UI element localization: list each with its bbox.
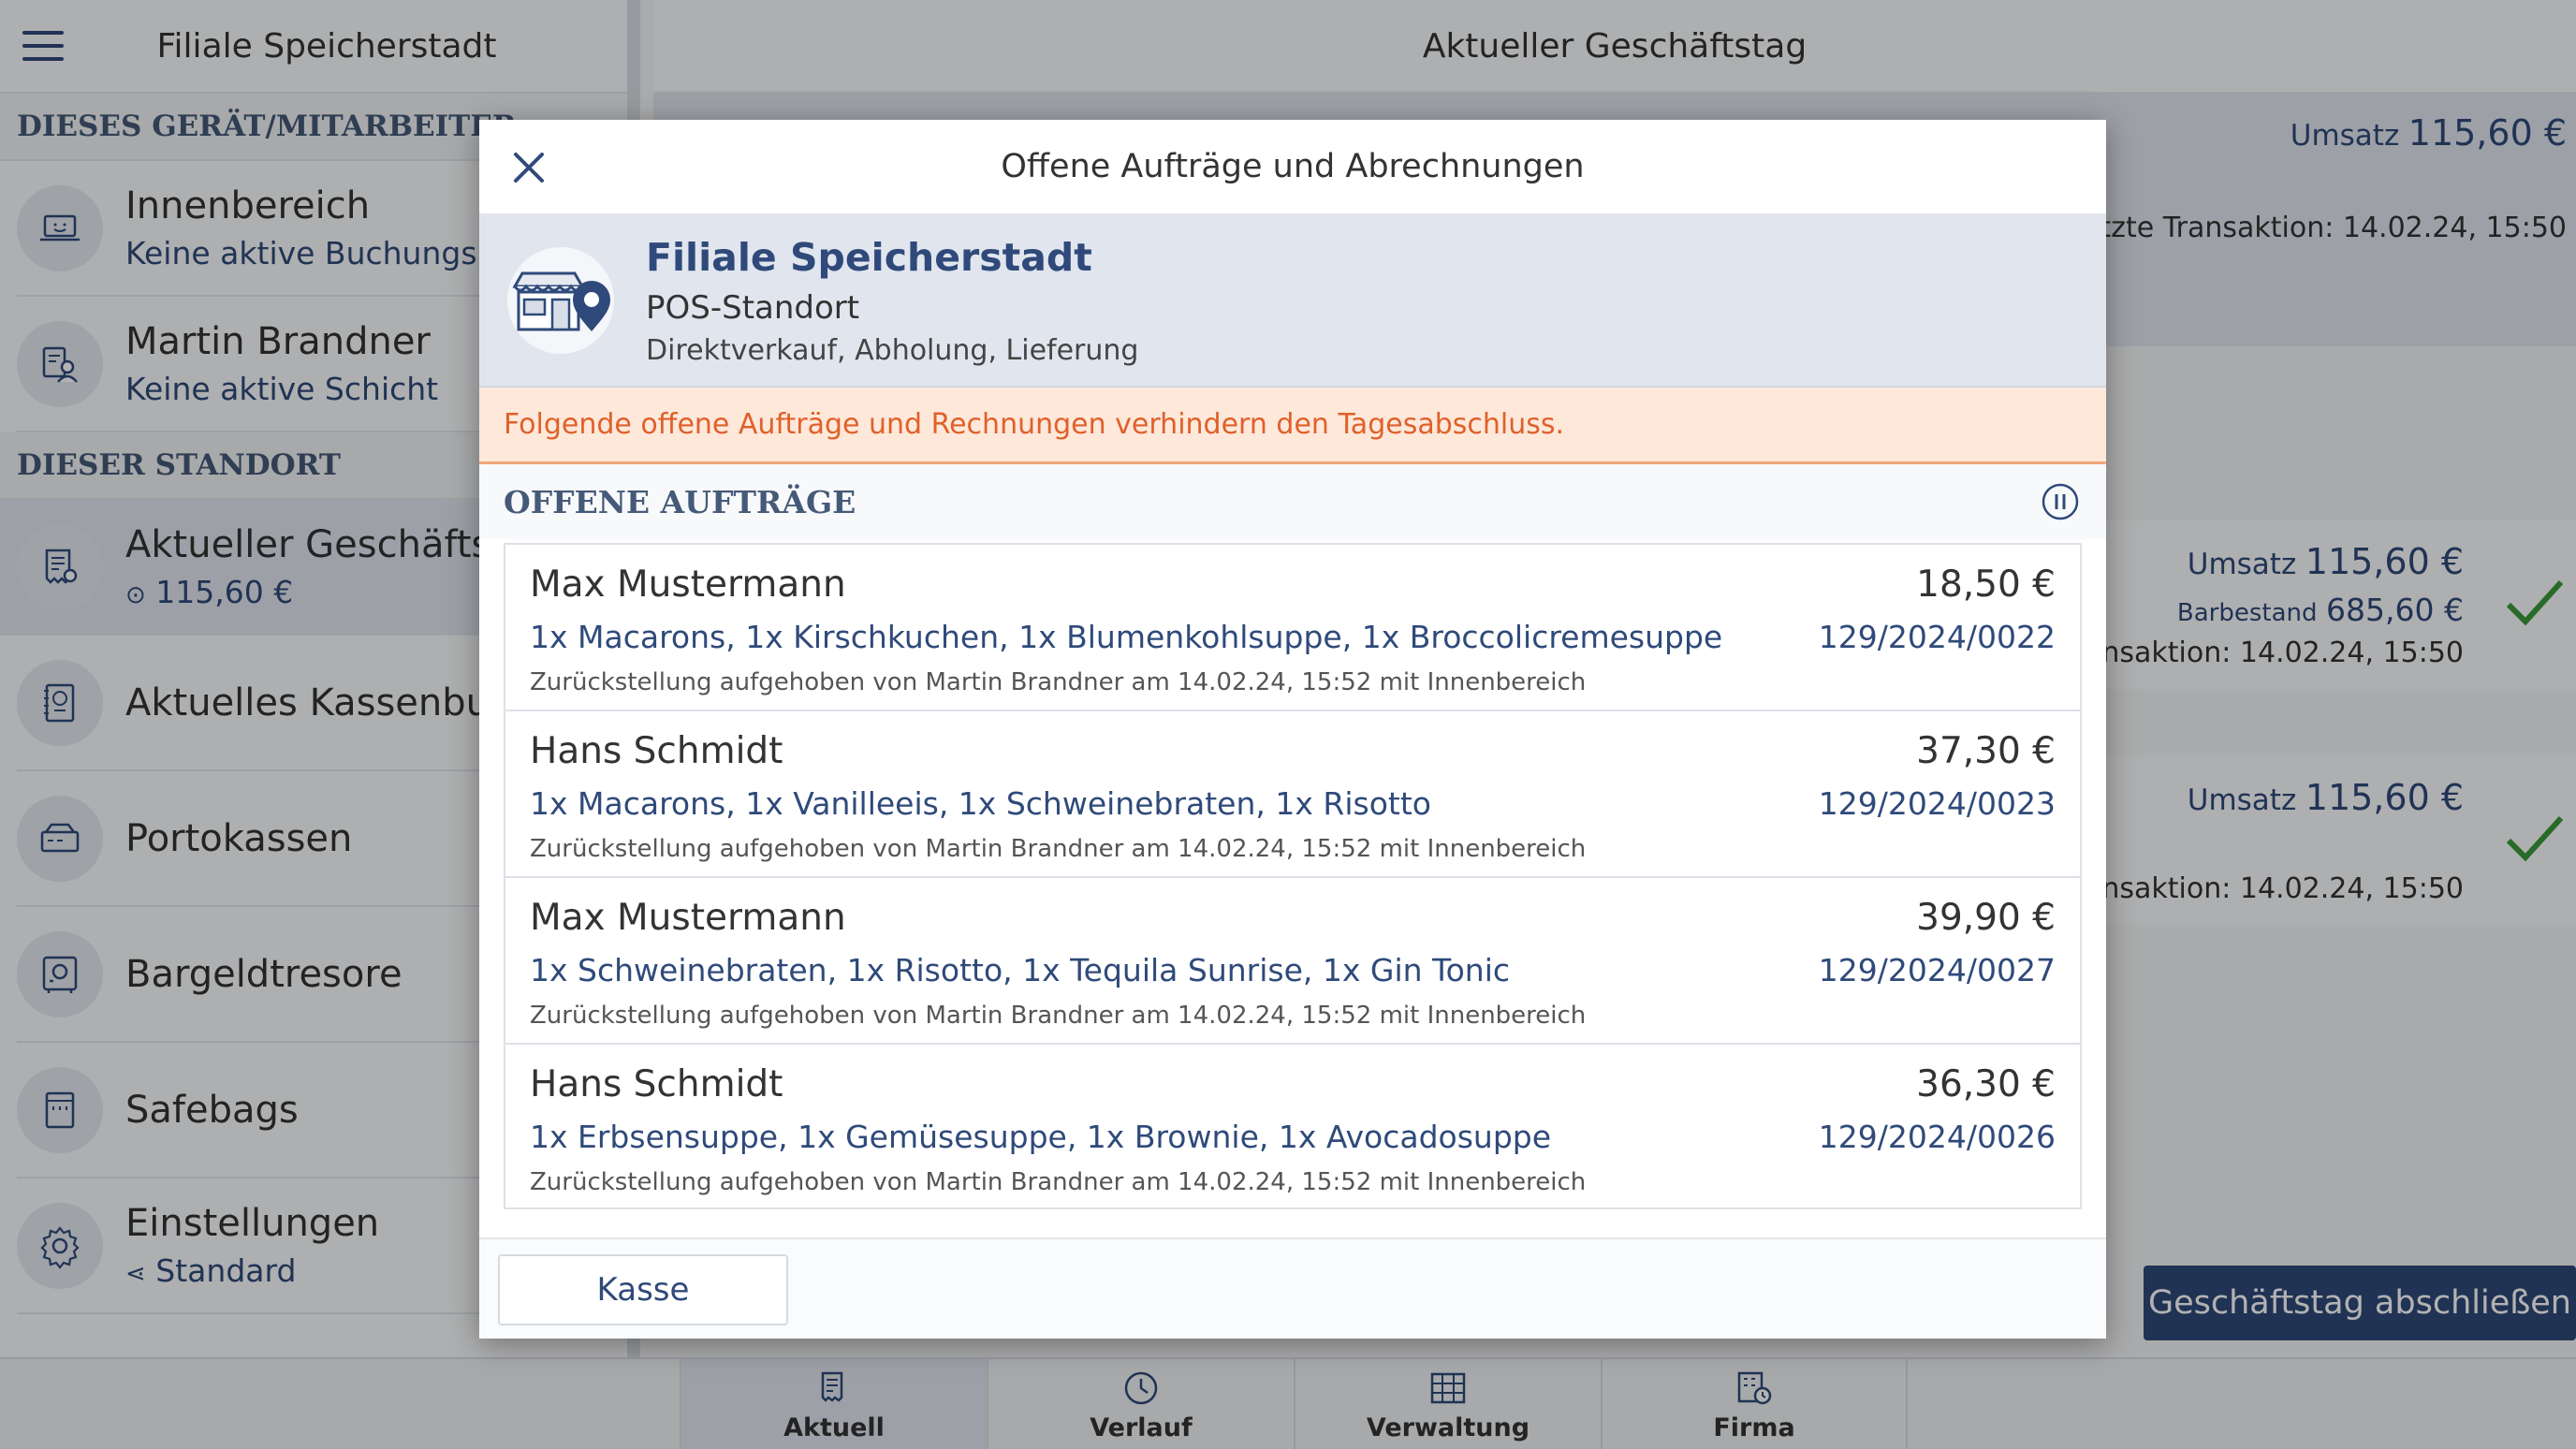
order-items: 1x Macarons, 1x Kirschkuchen, 1x Blumenk… xyxy=(530,619,1723,655)
kasse-button[interactable]: Kasse xyxy=(498,1254,788,1325)
section-title: OFFENE AUFTRÄGE xyxy=(504,483,856,520)
order-amount: 18,50 € xyxy=(1916,564,2056,606)
close-icon xyxy=(514,153,544,183)
open-orders-section-header: OFFENE AUFTRÄGE xyxy=(479,464,2106,539)
customer-name: Max Mustermann xyxy=(530,897,846,939)
order-number: 129/2024/0023 xyxy=(1818,785,2056,822)
close-button[interactable] xyxy=(507,146,550,189)
order-amount: 36,30 € xyxy=(1916,1063,2056,1105)
dialog-header: Offene Aufträge und Abrechnungen xyxy=(479,120,2106,215)
open-orders-list: Max Mustermann 18,50 € 1x Macarons, 1x Ki… xyxy=(504,543,2082,1239)
order-items: 1x Macarons, 1x Vanilleeis, 1x Schweineb… xyxy=(530,785,1431,822)
dialog-footer: Kasse xyxy=(479,1237,2106,1339)
order-note: Zurückstellung aufgehoben von Martin Bra… xyxy=(530,1002,1587,1030)
order-item[interactable]: Hans Schmidt 36,30 € 1x Erbsensuppe, 1x G… xyxy=(504,1043,2082,1209)
dialog-title: Offene Aufträge und Abrechnungen xyxy=(1001,148,1585,185)
location-type: POS-Standort xyxy=(646,288,860,327)
warning-message: Folgende offene Aufträge und Rechnungen … xyxy=(479,388,2106,464)
order-item[interactable]: Max Mustermann 18,50 € 1x Macarons, 1x Ki… xyxy=(504,543,2082,710)
customer-name: Max Mustermann xyxy=(530,564,846,606)
customer-name: Hans Schmidt xyxy=(530,1063,783,1105)
order-number: 129/2024/0026 xyxy=(1818,1119,2056,1155)
order-amount: 39,90 € xyxy=(1916,897,2056,939)
customer-name: Hans Schmidt xyxy=(530,730,783,772)
order-number: 129/2024/0027 xyxy=(1818,952,2056,988)
order-amount: 37,30 € xyxy=(1916,730,2056,772)
store-location-icon xyxy=(507,247,614,354)
order-item[interactable]: Max Mustermann 39,90 € 1x Schweinebraten,… xyxy=(504,876,2082,1043)
open-orders-dialog: Offene Aufträge und Abrechnungen Filiale… xyxy=(479,120,2106,1339)
order-note: Zurückstellung aufgehoben von Martin Bra… xyxy=(530,835,1587,863)
location-card: Filiale Speicherstadt POS-Standort Direk… xyxy=(479,215,2106,388)
order-items: 1x Schweinebraten, 1x Risotto, 1x Tequil… xyxy=(530,952,1511,988)
pause-icon[interactable] xyxy=(2041,482,2080,521)
location-description: Direktverkauf, Abholung, Lieferung xyxy=(646,333,1139,367)
order-note: Zurückstellung aufgehoben von Martin Bra… xyxy=(530,668,1587,696)
order-number: 129/2024/0022 xyxy=(1818,619,2056,655)
order-items: 1x Erbsensuppe, 1x Gemüsesuppe, 1x Brown… xyxy=(530,1119,1552,1155)
order-note: Zurückstellung aufgehoben von Martin Bra… xyxy=(530,1168,1587,1196)
order-item[interactable]: Hans Schmidt 37,30 € 1x Macarons, 1x Vani… xyxy=(504,710,2082,876)
location-name: Filiale Speicherstadt xyxy=(646,234,1092,280)
